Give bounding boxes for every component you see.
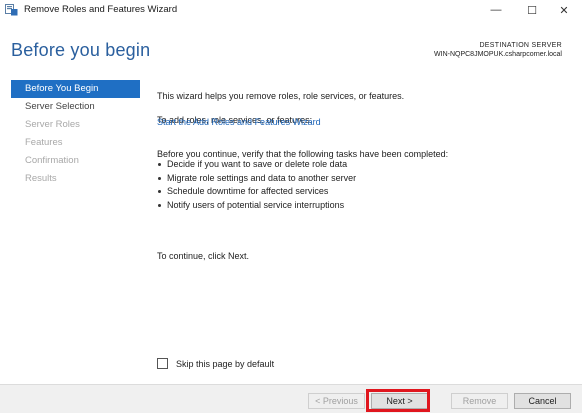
server-manager-icon — [5, 4, 18, 16]
cancel-button[interactable]: Cancel — [514, 393, 571, 409]
bullet-icon — [158, 176, 161, 180]
remove-button: Remove — [451, 393, 508, 409]
destination-server-label: DESTINATION SERVER — [479, 42, 562, 49]
nav-item-results: Results — [25, 173, 57, 184]
minimize-icon[interactable]: — — [478, 0, 514, 20]
intro-text: This wizard helps you remove roles, role… — [157, 91, 405, 101]
nav-item-server-selection[interactable]: Server Selection — [11, 98, 140, 116]
list-item: Decide if you want to save or delete rol… — [157, 158, 356, 172]
wizard-steps-nav: Before You Begin Server Selection Server… — [11, 80, 140, 188]
skip-page-checkbox[interactable] — [157, 358, 168, 369]
destination-server-name: WIN-NQPC8JMOPUK.csharpcorner.local — [434, 51, 562, 58]
bullet-icon — [158, 163, 161, 167]
nav-item-features: Features — [25, 137, 63, 148]
bullet-icon — [158, 203, 161, 207]
next-button[interactable]: Next > — [371, 393, 428, 409]
title-bar: Remove Roles and Features Wizard — ☐ ✕ — [0, 0, 582, 22]
nav-item-before-you-begin[interactable]: Before You Begin — [11, 80, 140, 98]
skip-page-label: Skip this page by default — [176, 358, 275, 369]
continue-text: To continue, click Next. — [157, 251, 250, 261]
window-title: Remove Roles and Features Wizard — [24, 4, 178, 15]
list-item: Schedule downtime for affected services — [157, 185, 356, 199]
task-list: Decide if you want to save or delete rol… — [157, 158, 356, 212]
list-item: Notify users of potential service interr… — [157, 199, 356, 213]
list-item: Migrate role settings and data to anothe… — [157, 172, 356, 186]
start-add-roles-wizard-link[interactable]: Start the Add Roles and Features Wizard — [157, 117, 321, 127]
nav-item-confirmation: Confirmation — [25, 155, 79, 166]
maximize-icon[interactable]: ☐ — [514, 0, 550, 20]
previous-button: < Previous — [308, 393, 365, 409]
close-icon[interactable]: ✕ — [546, 0, 582, 20]
bullet-icon — [158, 190, 161, 194]
skip-page-option[interactable]: Skip this page by default — [157, 358, 274, 369]
nav-item-server-roles: Server Roles — [25, 119, 80, 130]
page-title: Before you begin — [11, 40, 151, 60]
